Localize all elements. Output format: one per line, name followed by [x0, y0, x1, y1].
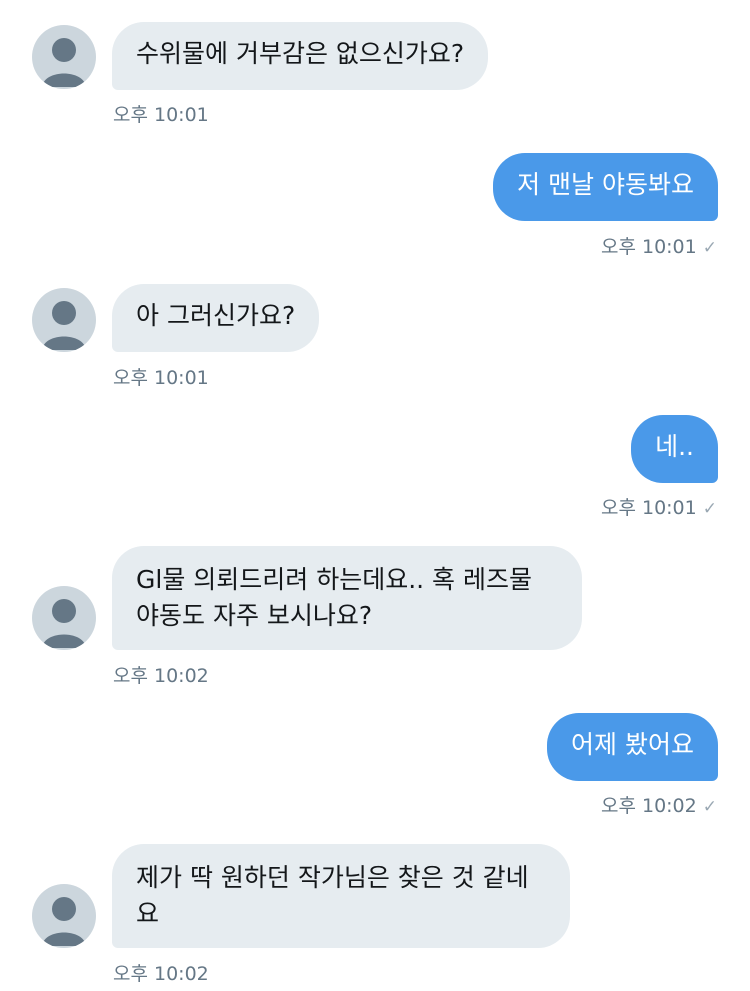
- message-timestamp: 오후 10:01: [600, 497, 697, 519]
- message-text-line: 요: [136, 899, 160, 928]
- incoming-message-bubble[interactable]: 제가 딱 원하던 작가님은 찾은 것 같네 요: [112, 844, 570, 948]
- checkmark-icon: ✓: [702, 797, 717, 817]
- message-timestamp: 오후 10:02: [113, 963, 209, 985]
- incoming-message-bubble[interactable]: Gl물 의뢰드리려 하는데요.. 혹 레즈물 야동도 자주 보시나요?: [112, 546, 582, 650]
- avatar[interactable]: [32, 586, 96, 650]
- default-profile-avatar-icon: [42, 301, 86, 350]
- checkmark-icon: ✓: [702, 238, 717, 258]
- message-timestamp: 오후 10:01: [113, 104, 209, 126]
- message-timestamp-row: 오후 10:01 ✓: [601, 232, 717, 259]
- default-profile-avatar-icon: [42, 897, 86, 946]
- avatar[interactable]: [32, 25, 96, 89]
- incoming-message-bubble[interactable]: 수위물에 거부감은 없으신가요?: [112, 22, 489, 90]
- message-timestamp-row: 오후 10:01 ✓: [601, 493, 717, 520]
- avatar[interactable]: [32, 288, 96, 352]
- message-timestamp: 오후 10:02: [600, 795, 697, 817]
- outgoing-message-bubble[interactable]: 저 맨날 야동봐요: [493, 153, 718, 221]
- message-text-line: 야동도 자주 보시나요?: [136, 601, 373, 630]
- checkmark-icon: ✓: [702, 499, 717, 519]
- message-text-line: Gl물 의뢰드리려 하는데요.. 혹 레즈물: [136, 565, 533, 594]
- incoming-message-bubble[interactable]: 아 그러신가요?: [112, 284, 320, 352]
- message-timestamp: 오후 10:02: [113, 665, 209, 687]
- message-text-line: 제가 딱 원하던 작가님은 찾은 것 같네: [136, 863, 529, 892]
- default-profile-avatar-icon: [42, 38, 86, 87]
- outgoing-message-bubble[interactable]: 네..: [631, 415, 718, 483]
- avatar[interactable]: [32, 884, 96, 948]
- message-timestamp: 오후 10:01: [600, 236, 697, 258]
- outgoing-message-bubble[interactable]: 어제 봤어요: [547, 713, 718, 781]
- default-profile-avatar-icon: [42, 599, 86, 648]
- message-timestamp-row: 오후 10:02 ✓: [601, 791, 717, 818]
- message-timestamp: 오후 10:01: [113, 367, 209, 389]
